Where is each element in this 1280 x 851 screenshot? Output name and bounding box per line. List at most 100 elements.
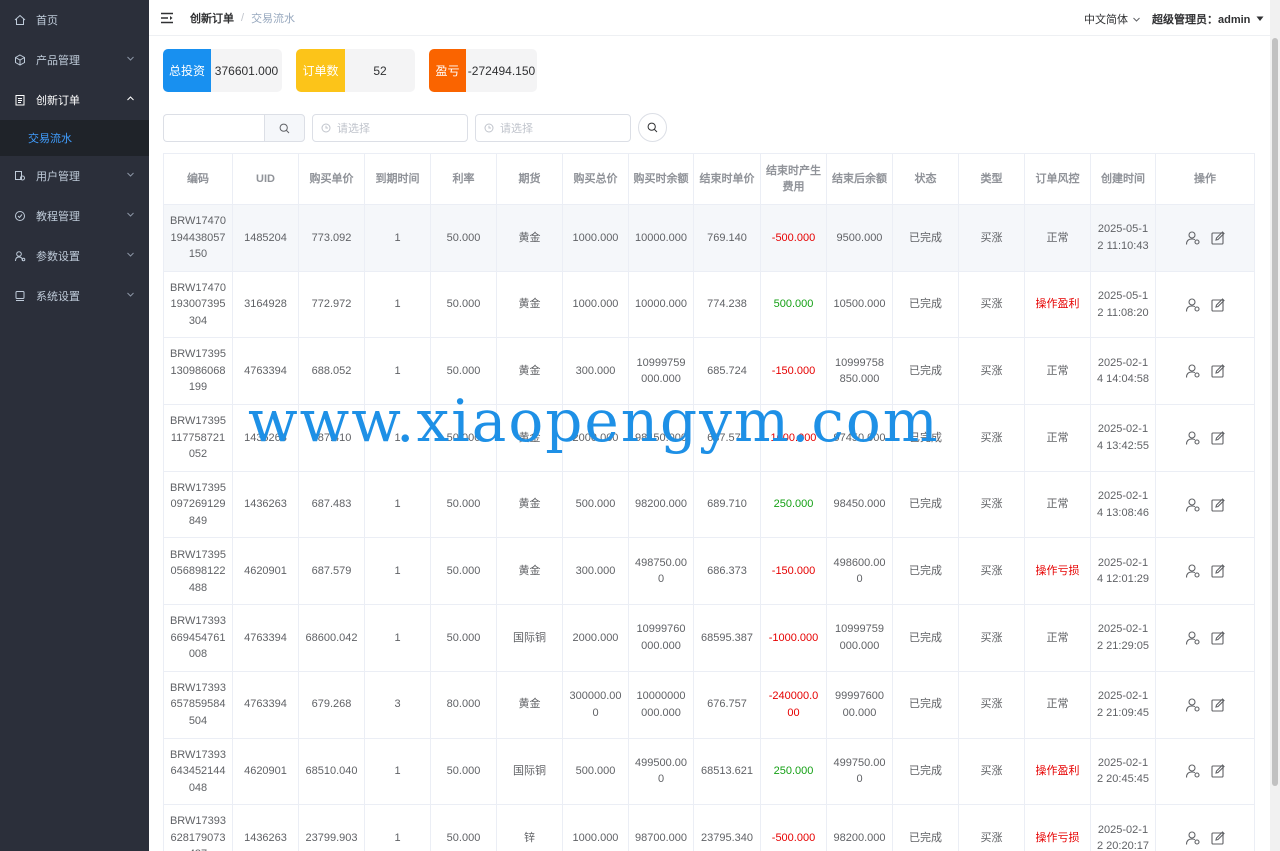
clock-icon <box>484 123 494 133</box>
chevron-down-icon <box>1133 17 1140 22</box>
table-cell: BRW17393628179073487 <box>163 804 233 851</box>
table-cell: 300.000 <box>562 537 629 606</box>
user-detail-icon[interactable] <box>1185 697 1201 713</box>
column-header: 结束时单价 <box>693 153 761 205</box>
user-detail-icon[interactable] <box>1185 630 1201 646</box>
table-cell: 买涨 <box>958 537 1025 606</box>
table-cell: 10000.000 <box>628 270 694 339</box>
table-row[interactable]: BRW17470193007395304 3164928 772.972 1 50.00… <box>163 270 1255 339</box>
sidebar-item-label: 系统设置 <box>36 291 80 303</box>
sidebar-subitem-label: 交易流水 <box>28 133 72 145</box>
breadcrumb-root[interactable]: 创新订单 <box>190 10 234 26</box>
table-cell: -500.000 <box>760 204 827 272</box>
sidebar-item-home[interactable]: 首页 <box>0 0 149 40</box>
chevron-down-icon <box>127 56 134 61</box>
table-row[interactable]: BRW17395056898122488 4620901 687.579 1 50.00… <box>163 537 1255 606</box>
search-round-button[interactable] <box>638 113 667 142</box>
table-cell: BRW17395130986068199 <box>163 337 233 406</box>
table-cell: 1 <box>364 204 431 272</box>
table-cell: 500.000 <box>562 470 629 539</box>
vertical-scrollbar[interactable] <box>1270 0 1280 851</box>
table-cell: BRW17395117758721052 <box>163 404 233 472</box>
language-label: 中文简体 <box>1084 14 1128 26</box>
column-header: 操作 <box>1155 153 1255 205</box>
table-cell: 2025-02-12 21:09:45 <box>1090 670 1156 739</box>
user-label: 超级管理员：admin <box>1152 14 1251 26</box>
user-detail-icon[interactable] <box>1185 830 1201 846</box>
actions-cell <box>1155 737 1255 806</box>
sidebar-item-label: 参数设置 <box>36 251 80 263</box>
edit-icon[interactable] <box>1210 630 1226 646</box>
table-row[interactable]: BRW17395097269129849 1436263 687.483 1 50.00… <box>163 470 1255 539</box>
end-date-picker[interactable]: 请选择 <box>475 114 631 142</box>
table-cell: 已完成 <box>892 537 959 606</box>
sidebar-item-tutorials[interactable]: 教程管理 <box>0 196 149 236</box>
table-row[interactable]: BRW17393628179073487143626323799.903150.… <box>163 804 1255 851</box>
table-cell: BRW17470193007395304 <box>163 270 233 339</box>
sidebar-item-params[interactable]: 参数设置 <box>0 236 149 276</box>
table-cell: 68595.387 <box>693 604 761 672</box>
table-cell: 买涨 <box>958 670 1025 739</box>
sidebar-item-system[interactable]: 系统设置 <box>0 276 149 316</box>
column-header: 购买总价 <box>562 153 629 205</box>
table-row[interactable]: BRW17393643452144048 4620901 68510.040 1 50.… <box>163 737 1255 806</box>
table-cell: 正常 <box>1024 404 1091 472</box>
chevron-up-icon <box>127 96 134 101</box>
table-cell: 已完成 <box>892 604 959 672</box>
language-selector[interactable]: 中文简体 <box>1084 11 1141 27</box>
edit-icon[interactable] <box>1210 763 1226 779</box>
table-cell: 正常 <box>1024 470 1091 539</box>
user-detail-icon[interactable] <box>1185 363 1201 379</box>
user-detail-icon[interactable] <box>1185 297 1201 313</box>
breadcrumb-separator: / <box>241 11 245 24</box>
user-detail-icon[interactable] <box>1185 497 1201 513</box>
table-cell: 操作亏损 <box>1024 804 1091 851</box>
edit-icon[interactable] <box>1210 363 1226 379</box>
search-button[interactable] <box>264 114 305 142</box>
top-navbar: 创新订单 / 交易流水 中文简体 超级管理员：admin <box>149 0 1270 36</box>
column-header: 类型 <box>958 153 1025 205</box>
stat-card-profit-loss: 盈亏 -272494.150 <box>429 49 537 92</box>
edit-icon[interactable] <box>1210 563 1226 579</box>
table-cell: 98200.000 <box>826 804 893 851</box>
table-header-row: 编码 UID 购买单价 到期时间 利率 期货 购买总价 购买时余额 结束时单价 结束时产生费用 结束… <box>163 153 1255 205</box>
user-detail-icon[interactable] <box>1185 763 1201 779</box>
table-cell: 50.000 <box>430 737 497 806</box>
table-cell: 买涨 <box>958 604 1025 672</box>
table-cell: 4763394 <box>232 604 299 672</box>
table-cell: 国际铜 <box>496 737 563 806</box>
user-dropdown[interactable]: 超级管理员：admin <box>1152 11 1264 27</box>
table-cell: 50.000 <box>430 604 497 672</box>
edit-icon[interactable] <box>1210 697 1226 713</box>
scrollbar-thumb[interactable] <box>1272 38 1278 786</box>
sidebar-subitem-transactions[interactable]: 交易流水 <box>0 120 149 156</box>
table-cell: 2025-02-14 12:01:29 <box>1090 537 1156 606</box>
edit-icon[interactable] <box>1210 830 1226 846</box>
table-cell: 772.972 <box>298 270 365 339</box>
stat-label: 订单数 <box>296 49 345 92</box>
table-row[interactable]: BRW17393657859584504 4763394 679.268 3 80.00… <box>163 670 1255 739</box>
search-input[interactable] <box>163 114 264 142</box>
table-cell: 买涨 <box>958 270 1025 339</box>
hamburger-icon[interactable] <box>160 12 174 24</box>
table-cell: 已完成 <box>892 804 959 851</box>
edit-icon[interactable] <box>1210 297 1226 313</box>
table-row[interactable]: BRW17470194438057150 1485204 773.092 1 50.00… <box>163 204 1255 272</box>
user-detail-icon[interactable] <box>1185 563 1201 579</box>
user-detail-icon[interactable] <box>1185 230 1201 246</box>
sidebar-item-products[interactable]: 产品管理 <box>0 40 149 80</box>
table-cell: 250.000 <box>760 470 827 539</box>
table-cell: -500.000 <box>760 804 827 851</box>
table-cell: 769.140 <box>693 204 761 272</box>
table-row[interactable]: BRW17393669454761008 4763394 68600.042 1 50.… <box>163 604 1255 672</box>
sidebar-item-users[interactable]: 用户管理 <box>0 156 149 196</box>
stat-value: 376601.000 <box>214 63 279 78</box>
start-date-picker[interactable]: 请选择 <box>312 114 468 142</box>
sidebar-item-orders[interactable]: 创新订单 <box>0 80 149 120</box>
edit-icon[interactable] <box>1210 430 1226 446</box>
caret-down-icon <box>1256 16 1264 21</box>
edit-icon[interactable] <box>1210 230 1226 246</box>
table-cell: 23795.340 <box>693 804 761 851</box>
user-detail-icon[interactable] <box>1185 430 1201 446</box>
edit-icon[interactable] <box>1210 497 1226 513</box>
